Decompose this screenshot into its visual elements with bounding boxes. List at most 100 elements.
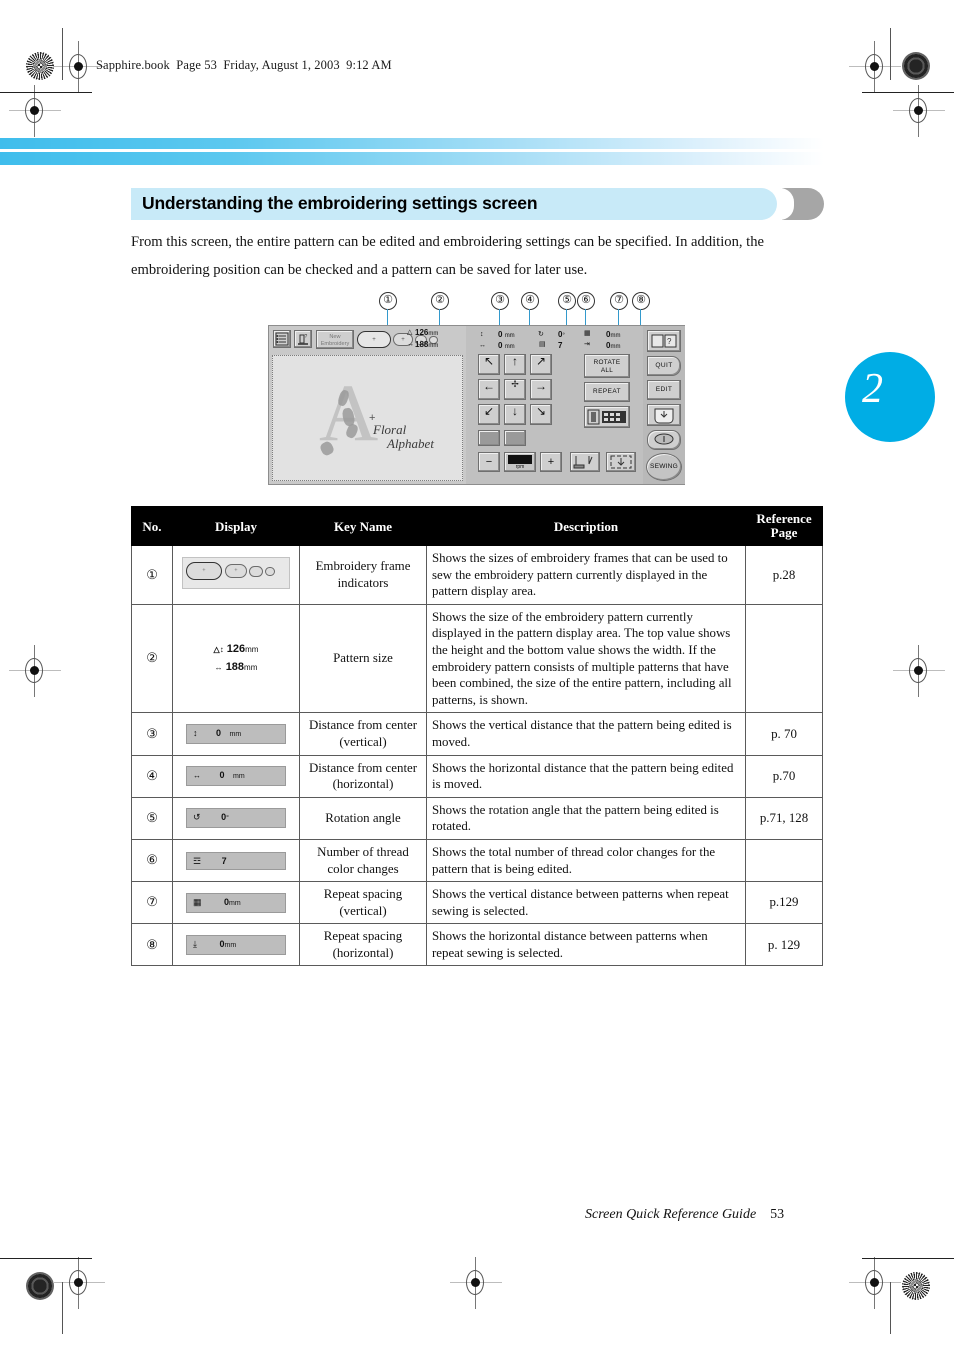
repeat-horizontal-icon: ⇥ [584,341,590,348]
column-header-display: Display [172,506,300,546]
move-down-button[interactable]: ↓ [504,404,526,425]
row-number: ② [131,603,173,714]
page-title: Understanding the embroidering settings … [142,193,538,213]
repeat-vertical-icon-cell: ▦ [193,896,202,907]
row-reference-page: p.70 [745,754,823,798]
pattern-size-horizontal-icon: ↔ [407,341,414,348]
rotation-angle-value-box: ↺ 0° [186,808,286,829]
distance-vertical-value-box: ↕ 0 mm [186,723,286,744]
save-pocket-button[interactable] [647,404,681,426]
halftone-disc-top-right [902,52,930,80]
registration-mark-right-center [893,645,945,697]
needle-position-button[interactable] [647,430,681,450]
section-title-band: Understanding the embroidering settings … [131,188,777,220]
thread-palette-button[interactable] [584,406,630,428]
move-up-button[interactable]: ↑ [504,354,526,375]
row-description: Shows the vertical distance between patt… [426,881,746,925]
row-reference-page: p. 70 [745,712,823,756]
pattern-size-height: 126mm [415,328,438,337]
distance-vertical-icon: ↕ [193,727,198,738]
repeat-button-label: REPEAT [592,388,622,395]
trial-outline-button[interactable] [606,452,636,472]
repeat-button[interactable]: REPEAT [584,382,630,402]
row-display-cell: △↕ 126mm ↔ 188mm [172,603,300,714]
repeat-vertical-icon: ▦ [584,330,591,337]
horizontal-distance-unit: mm [504,344,515,350]
row-key-name: Rotation angle [299,796,427,840]
column-header-description: Description [426,506,746,546]
intro-paragraph-line2: embroidering position can be checked and… [131,262,588,278]
row-display-cell: ▦ 0mm [172,881,300,925]
rotation-angle-icon-cell: ↺ [193,812,201,823]
distance-horizontal-value: 0 [219,770,225,781]
registration-mark-bottom-left [53,1257,105,1309]
column-header-no: No. [131,506,173,546]
row-key-name: Repeat spacing (horizontal) [299,923,427,967]
move-up-left-button[interactable]: ↖ [478,354,500,375]
speed-decrease-button[interactable]: − [478,452,500,472]
book-header-text: Sapphire.book Page 53 Friday, August 1, … [96,58,392,72]
help-guide-button[interactable]: ? [647,330,681,352]
horizontal-distance-readout: 0 mm [498,341,515,350]
move-down-left-button[interactable]: ↙ [478,404,500,425]
top-gradient-bar-1 [0,138,824,149]
pattern-size-width: 188mm [415,340,438,349]
row-key-name: Number of thread color changes [299,838,427,883]
row-reference-page: p.28 [745,545,823,605]
row-reference-page: p.71, 128 [745,796,823,840]
row-key-name: Repeat spacing (vertical) [299,881,427,925]
frame-xsmall-icon [265,566,275,576]
trial-sewing-button[interactable] [570,452,600,472]
row-display-cell: + + [172,545,300,605]
row-reference-page: p. 129 [745,923,823,967]
speed-increase-button[interactable]: + [540,452,562,472]
pattern-size-icon: △↕ 126mm ↔ 188mm [213,642,259,673]
edit-button[interactable]: EDIT [647,380,681,400]
halftone-disc-bottom-right [902,1272,930,1300]
embroidery-frame-large-indicator[interactable]: + [357,331,391,348]
embroidery-frame-indicators-icon: + + [182,556,290,589]
table-row: ⑧ ⤓ 0mm Repeat spacing (horizontal) Show… [131,923,823,967]
move-left-button[interactable]: ← [478,379,500,400]
row-key-name: Distance from center (vertical) [299,712,427,756]
move-right-button[interactable]: → [530,379,552,400]
pattern-size-width-cell: 188 [225,660,245,673]
crop-line-bottom-left [0,1258,92,1260]
row-description: Shows the vertical distance that the pat… [426,712,746,756]
machine-info-icon[interactable]: ? [294,330,312,348]
table-row: ⑦ ▦ 0mm Repeat spacing (vertical) Shows … [131,881,823,925]
row-display-cell: ↕ 0 mm [172,712,300,756]
rotate-all-button[interactable]: ROTATE ALL [584,354,630,378]
thread-color-changes-value-box: ☲ 7 [186,851,286,870]
move-center-button[interactable]: ✢ [504,379,526,400]
sewing-button[interactable]: SEWING [646,453,682,481]
settings-list-icon[interactable] [273,330,291,348]
distance-horizontal-unit: mm [233,773,245,781]
pattern-size-vertical-icon: △ [407,329,413,336]
speed-unit-label: rpm [515,464,525,470]
row-key-name: Distance from center (horizontal) [299,754,427,798]
chapter-tab: 2 [845,352,935,442]
callout-7-number: ⑦ [610,292,628,310]
stitch-density-button-1[interactable] [478,430,500,446]
registration-mark-bottom-center [450,1257,502,1309]
stitch-density-button-2[interactable] [504,430,526,446]
repeat-vertical-unit-cell: mm [229,899,241,907]
quit-button[interactable]: QUIT [647,356,681,376]
move-up-right-button[interactable]: ↗ [530,354,552,375]
callout-5-number: ⑤ [558,292,576,310]
speed-minus-label: − [485,456,493,468]
pattern-size-height-cell: 126 [226,642,246,655]
row-key-name: Pattern size [299,603,427,714]
row-number: ⑤ [131,796,173,840]
crop-line-top-right [862,92,954,94]
pattern-display-area[interactable]: A + Floral Alphabet [272,355,463,481]
new-embroidery-button[interactable]: New Embroidery [316,330,354,349]
row-number: ④ [131,754,173,798]
move-down-right-button[interactable]: ↘ [530,404,552,425]
row-description: Shows the rotation angle that the patter… [426,796,746,840]
thread-color-changes-readout: 7 [558,341,562,350]
intro-paragraph-line1: From this screen, the entire pattern can… [131,234,764,250]
quit-button-label: QUIT [655,362,673,369]
distance-vertical-value: 0 [216,727,222,738]
